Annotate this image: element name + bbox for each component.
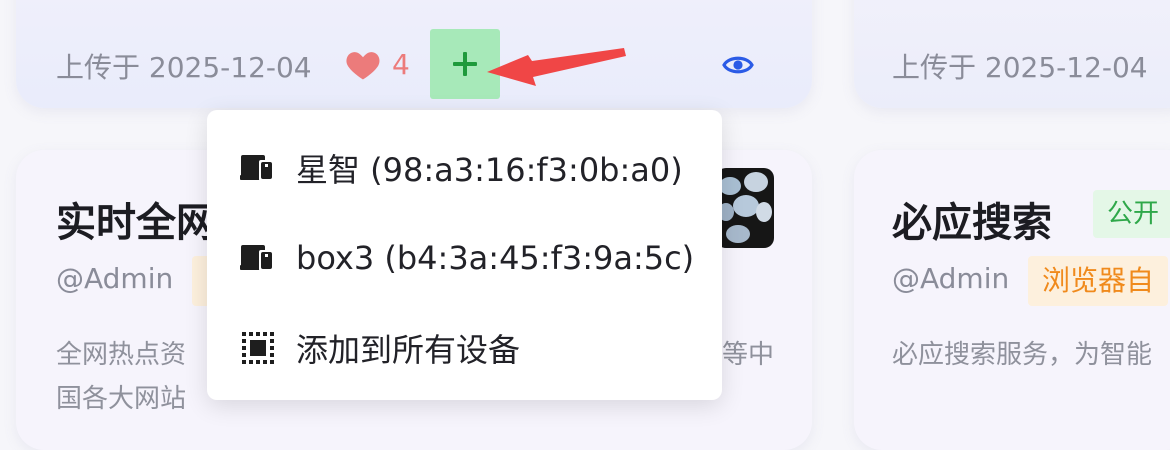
card-description: 国各大网站	[56, 384, 187, 414]
menu-item-device-box3[interactable]: box3 (b4:3a:45:f3:9a:5c)	[207, 218, 722, 298]
menu-item-label: box3 (b4:3a:45:f3:9a:5c)	[296, 239, 695, 277]
category-tag: 浏览器自	[1028, 256, 1169, 306]
menu-item-label: 星智 (98:a3:16:f3:0b:a0)	[296, 151, 683, 189]
card-title: 实时全网	[56, 200, 216, 246]
card-author: @Admin	[892, 262, 1010, 295]
card-author: @Admin	[56, 262, 174, 295]
device-dropdown-menu: 星智 (98:a3:16:f3:0b:a0) box3 (b4:3a:45:f3…	[207, 110, 722, 400]
card-title: 必应搜索	[892, 200, 1052, 246]
eye-icon[interactable]	[722, 52, 754, 78]
heart-icon	[346, 52, 380, 80]
upload-date: 上传于 2025-12-04	[56, 51, 312, 84]
menu-item-label: 添加到所有设备	[296, 331, 521, 369]
like-button[interactable]: 4	[344, 47, 410, 81]
card-description: 等中	[722, 340, 775, 370]
menu-item-device-xingzhi[interactable]: 星智 (98:a3:16:f3:0b:a0)	[207, 128, 722, 208]
menu-item-add-all-devices[interactable]: 添加到所有设备	[207, 308, 722, 388]
visibility-tag: 公开	[1093, 190, 1170, 238]
devices-icon	[240, 150, 276, 186]
like-count: 4	[392, 47, 410, 81]
plus-icon	[453, 52, 477, 76]
select-all-icon	[240, 330, 276, 366]
card-description: 必应搜索服务，为智能	[892, 340, 1153, 370]
card-description: 全网热点资	[56, 340, 187, 370]
upload-date: 上传于 2025-12-04	[892, 51, 1148, 84]
add-to-device-button[interactable]	[430, 29, 500, 99]
card-thumbnail	[716, 168, 774, 248]
devices-icon	[240, 240, 276, 276]
